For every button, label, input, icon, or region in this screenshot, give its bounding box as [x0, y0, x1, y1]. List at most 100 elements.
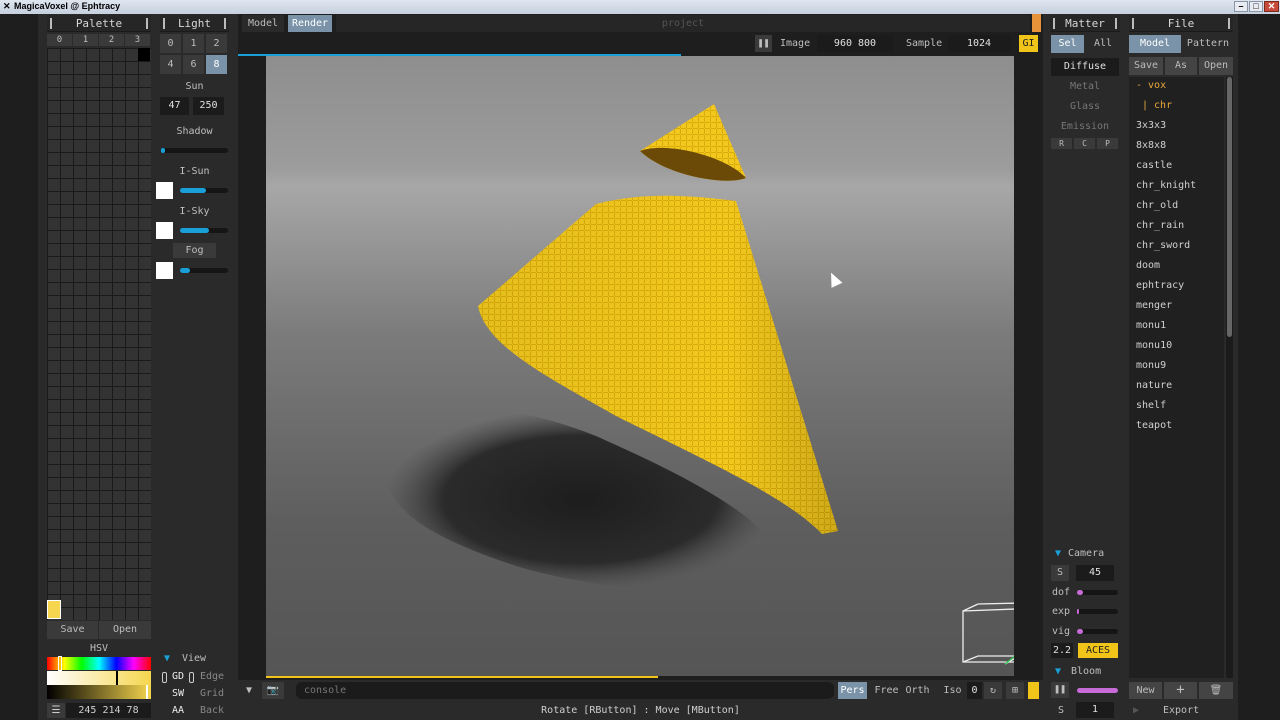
proj-mode-free[interactable]: Free [872, 682, 901, 699]
file-item-chr-knight[interactable]: chr_knight [1136, 180, 1196, 191]
maximize-button[interactable]: □ [1249, 1, 1263, 12]
matter-sel-button[interactable]: Sel [1051, 35, 1084, 53]
file-item-monu9[interactable]: monu9 [1136, 360, 1166, 371]
console-collapse-icon[interactable]: ▼ [246, 685, 252, 696]
file-item-ephtracy[interactable]: ephtracy [1136, 280, 1184, 291]
bloom-collapse-icon[interactable]: ▼ [1055, 666, 1061, 677]
vig-slider[interactable] [1077, 629, 1118, 634]
bloom-value-input[interactable]: 1 [1076, 702, 1114, 718]
aces-toggle[interactable]: ACES [1078, 643, 1118, 658]
menu-icon[interactable]: ☰ [47, 703, 65, 718]
camera-fov-input[interactable]: 45 [1076, 565, 1114, 581]
saturation-strip[interactable] [47, 671, 151, 685]
view-option-back[interactable]: Back [200, 705, 224, 716]
light-preset-8[interactable]: 8 [206, 55, 227, 74]
file-item-doom[interactable]: doom [1136, 260, 1160, 271]
render-viewport[interactable] [266, 56, 1014, 676]
isun-slider[interactable] [180, 188, 228, 193]
palette-open-button[interactable]: Open [99, 621, 151, 639]
file-item-castle[interactable]: castle [1136, 160, 1172, 171]
reset-view-icon[interactable]: ↻ [984, 682, 1002, 699]
bloom-pause-icon[interactable]: ❚❚ [1051, 682, 1069, 698]
value-strip[interactable] [47, 685, 151, 699]
fog-button[interactable]: Fog [173, 243, 216, 258]
file-item-shelf[interactable]: shelf [1136, 400, 1166, 411]
light-preset-2[interactable]: 2 [206, 34, 227, 53]
light-preset-6[interactable]: 6 [183, 55, 204, 74]
view-key-aa[interactable]: AA [172, 705, 184, 716]
file-item-8x8x8[interactable]: 8x8x8 [1136, 140, 1166, 151]
camera-collapse-icon[interactable]: ▼ [1055, 548, 1061, 559]
matter-type-diffuse[interactable]: Diffuse [1051, 58, 1119, 76]
isun-color[interactable] [156, 182, 173, 199]
light-preset-1[interactable]: 1 [183, 34, 204, 53]
isky-color[interactable] [156, 222, 173, 239]
orientation-gizmo[interactable] [962, 602, 1014, 665]
palette-grid[interactable] [47, 48, 151, 620]
matter-type-metal[interactable]: Metal [1051, 78, 1119, 96]
matter-r-button[interactable]: R [1051, 138, 1072, 149]
file-item-chr-old[interactable]: chr_old [1136, 200, 1178, 211]
camera-s-button[interactable]: S [1051, 565, 1069, 581]
file-as-button[interactable]: As [1165, 57, 1197, 75]
yellow-toggle[interactable] [1028, 682, 1039, 699]
file-item-chr-rain[interactable]: chr_rain [1136, 220, 1184, 231]
file-export-button[interactable]: Export [1163, 705, 1199, 716]
dof-slider[interactable] [1077, 590, 1118, 595]
trash-icon[interactable]: 🗑 [1199, 682, 1233, 699]
sun-angle-2[interactable]: 250 [193, 97, 224, 115]
bloom-slider[interactable] [1077, 688, 1118, 693]
image-size-input[interactable]: 960 800 [817, 35, 893, 52]
palette-tab-0[interactable]: 0 [47, 34, 72, 46]
file-item-chr-sword[interactable]: chr_sword [1136, 240, 1190, 251]
gi-toggle[interactable]: GI [1019, 35, 1038, 52]
exp-slider[interactable] [1077, 609, 1118, 614]
console-input[interactable] [296, 682, 834, 699]
palette-save-button[interactable]: Save [47, 621, 98, 639]
file-item-nature[interactable]: nature [1136, 380, 1172, 391]
palette-selected-color[interactable] [47, 600, 61, 619]
matter-type-glass[interactable]: Glass [1051, 98, 1119, 116]
view-collapse-icon[interactable]: ▼ [164, 653, 170, 664]
render-mode-tab[interactable]: Render [288, 15, 332, 32]
file-new-button[interactable]: New [1129, 682, 1162, 699]
matter-c-button[interactable]: C [1074, 138, 1095, 149]
grid-view-icon[interactable]: ⊞ [1006, 682, 1024, 699]
matter-p-button[interactable]: P [1097, 138, 1118, 149]
close-button[interactable]: ✕ [1264, 1, 1279, 12]
file-item-teapot[interactable]: teapot [1136, 420, 1172, 431]
isky-slider[interactable] [180, 228, 228, 233]
file-item-3x3x3[interactable]: 3x3x3 [1136, 120, 1166, 131]
file-list-scrollbar[interactable] [1226, 77, 1233, 678]
fog-color[interactable] [156, 262, 173, 279]
camera-snapshot-icon[interactable]: 📷 [262, 682, 284, 699]
shadow-slider[interactable] [161, 148, 228, 153]
proj-mode-pers[interactable]: Pers [838, 682, 867, 699]
file-item-monu1[interactable]: monu1 [1136, 320, 1166, 331]
edge-toggle-icon[interactable] [189, 672, 194, 683]
minimize-button[interactable]: – [1234, 1, 1248, 12]
light-preset-0[interactable]: 0 [160, 34, 181, 53]
light-preset-4[interactable]: 4 [160, 55, 181, 74]
file-add-button[interactable]: + [1164, 682, 1197, 699]
palette-tab-1[interactable]: 1 [73, 34, 98, 46]
gd-toggle-icon[interactable] [162, 672, 167, 683]
palette-tab-2[interactable]: 2 [99, 34, 124, 46]
view-option-grid[interactable]: Grid [200, 688, 224, 699]
view-option-edge[interactable]: Edge [200, 671, 224, 682]
fog-slider[interactable] [180, 268, 228, 273]
pause-render-icon[interactable]: ❚❚ [755, 35, 772, 52]
matter-all-button[interactable]: All [1087, 35, 1119, 53]
rgb-value[interactable]: 245 214 78 [66, 703, 151, 718]
hue-strip[interactable] [47, 657, 151, 670]
palette-tab-3[interactable]: 3 [125, 34, 150, 46]
file-item-monu10[interactable]: monu10 [1136, 340, 1172, 351]
sample-input[interactable]: 1024 [948, 35, 1010, 52]
scrollbar-thumb[interactable] [1227, 77, 1232, 337]
view-key-gd[interactable]: GD [172, 671, 184, 682]
proj-mode-iso[interactable]: Iso [938, 682, 967, 699]
matter-type-emission[interactable]: Emission [1051, 118, 1119, 136]
proj-zero[interactable]: 0 [967, 682, 982, 699]
gamma-input[interactable]: 2.2 [1051, 643, 1073, 658]
folder-vox[interactable]: - vox [1136, 80, 1166, 91]
